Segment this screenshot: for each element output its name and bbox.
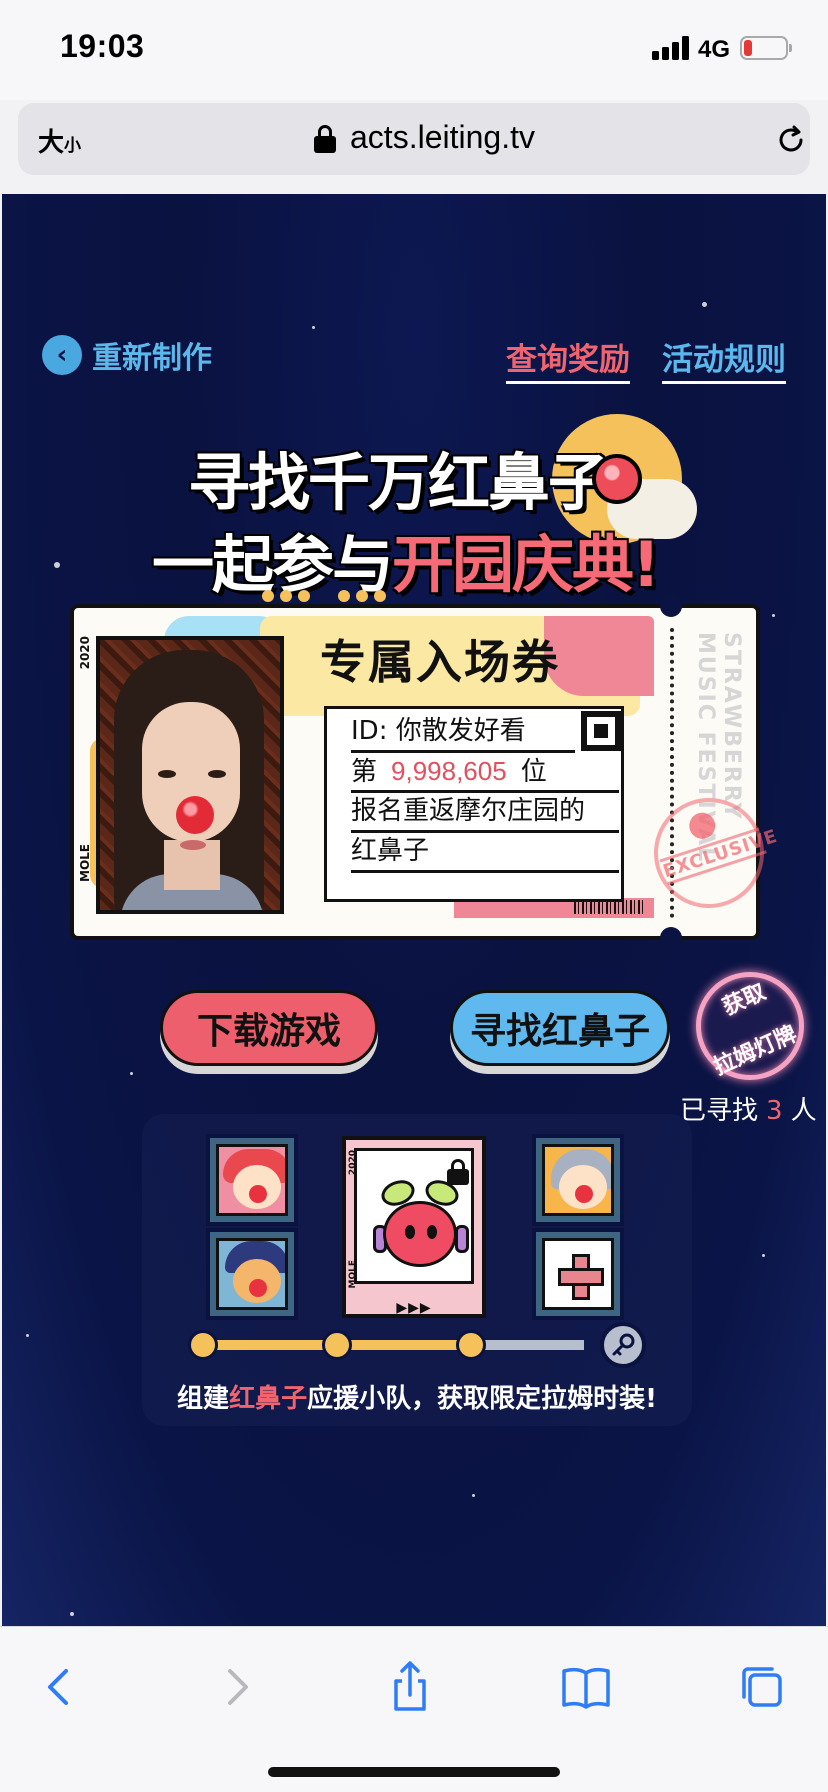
star-decoration	[70, 1612, 74, 1616]
battery-icon	[740, 36, 792, 60]
dots-decoration	[262, 590, 386, 602]
team-caption: 组建红鼻子应援小队，获取限定拉姆时装!	[177, 1384, 657, 1414]
red-nose-icon	[176, 796, 214, 834]
download-game-button[interactable]: 下载游戏	[160, 990, 378, 1066]
forward-arrow-icon[interactable]	[206, 1657, 266, 1717]
team-member-slot[interactable]	[532, 1134, 624, 1226]
ticket-rank: 第 9,998,605 位	[351, 753, 619, 793]
star-decoration	[702, 302, 707, 307]
plus-icon	[558, 1254, 604, 1300]
team-progress-bar	[204, 1340, 584, 1350]
team-panel: 2020 MOLE ▶▶▶ 组建红鼻子应援小队，获取限定拉姆时装!	[142, 1114, 692, 1426]
barcode-icon	[574, 900, 644, 914]
back-arrow-icon[interactable]	[30, 1657, 90, 1717]
lock-icon	[314, 125, 336, 153]
headline-line-2: 一起参与开园庆典!	[152, 528, 660, 601]
chevron-left-icon: ‹	[42, 335, 82, 375]
url-domain[interactable]: acts.leiting.tv	[350, 119, 535, 156]
reload-icon[interactable]	[774, 123, 808, 157]
star-decoration	[130, 1072, 133, 1075]
remake-label: 重新制作	[92, 341, 212, 376]
browser-toolbar	[0, 1626, 828, 1792]
ticket-desc-1: 报名重返摩尔庄园的	[351, 793, 619, 833]
get-lantern-button[interactable]: 获取 拉姆灯牌	[696, 972, 804, 1080]
found-count: 已寻找 3 人	[680, 1096, 817, 1126]
ticket-desc-2: 红鼻子	[351, 833, 619, 873]
mascot-icon	[383, 1201, 457, 1267]
red-nose-icon	[592, 454, 642, 504]
add-member-button[interactable]	[532, 1228, 624, 1320]
remake-button[interactable]: ‹ 重新制作	[42, 334, 212, 376]
address-bar[interactable]: 大小 acts.leiting.tv	[18, 103, 810, 175]
bookmarks-icon[interactable]	[556, 1657, 616, 1717]
progress-node	[322, 1330, 352, 1360]
star-decoration	[26, 1334, 29, 1337]
exclusive-stamp: EXCLUSIVE	[639, 783, 780, 923]
network-label: 4G	[698, 36, 731, 63]
star-decoration	[54, 562, 60, 568]
rank-number: 9,998,605	[391, 756, 507, 786]
signal-icon	[652, 36, 692, 60]
status-bar: 19:03 4G	[0, 0, 828, 100]
text-size-button[interactable]: 大小	[38, 122, 81, 159]
reward-card: 2020 MOLE ▶▶▶	[342, 1136, 486, 1318]
entry-ticket: 2020 MOLE 专属入场券 ID: 你散发好看 第 9,998,605 位 报名…	[70, 595, 780, 949]
ticket-brand: MOLE	[78, 844, 92, 882]
card-arrows: ▶▶▶	[396, 1300, 432, 1316]
user-photo	[96, 636, 284, 914]
ticket-year: 2020	[78, 636, 92, 670]
lock-icon	[447, 1159, 469, 1185]
team-member-slot[interactable]	[206, 1134, 298, 1226]
headline: 寻找千万红鼻子 一起参与开园庆典!	[152, 414, 697, 602]
star-decoration	[312, 326, 315, 329]
progress-node	[456, 1330, 486, 1360]
find-red-nose-button[interactable]: 寻找红鼻子	[450, 990, 670, 1066]
share-icon[interactable]	[380, 1657, 440, 1717]
star-decoration	[772, 614, 775, 617]
tabs-icon[interactable]	[732, 1657, 792, 1717]
qr-code-icon	[581, 711, 621, 751]
progress-node	[188, 1330, 218, 1360]
status-time: 19:03	[60, 28, 145, 64]
query-rewards-link[interactable]: 查询奖励	[506, 334, 630, 384]
ticket-id: ID: 你散发好看	[351, 713, 575, 753]
event-rules-link[interactable]: 活动规则	[662, 334, 786, 384]
team-member-slot[interactable]	[206, 1228, 298, 1320]
key-icon	[600, 1322, 646, 1368]
star-decoration	[472, 1494, 475, 1497]
ticket-title: 专属入场券	[320, 635, 560, 689]
web-content: ‹ 重新制作 查询奖励 活动规则 寻找千万红鼻子 一起参与开园庆典! 2020 …	[2, 194, 826, 1626]
ticket-info-box: ID: 你散发好看 第 9,998,605 位 报名重返摩尔庄园的 红鼻子	[324, 706, 624, 902]
home-indicator	[268, 1767, 560, 1777]
headline-line-1: 寻找千万红鼻子	[188, 446, 610, 519]
star-decoration	[762, 1254, 765, 1257]
